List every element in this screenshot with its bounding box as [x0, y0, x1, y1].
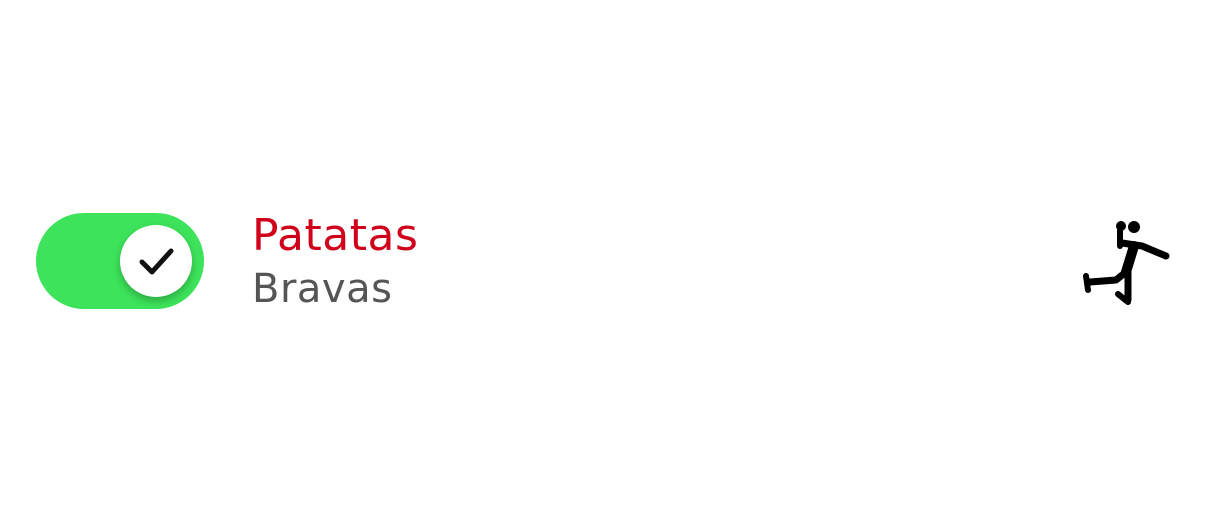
list-item-subtitle: Bravas — [252, 266, 393, 312]
list-item[interactable]: Patatas Bravas — [0, 206, 1206, 316]
list-item-title: Patatas — [252, 210, 419, 261]
switch-knob — [120, 225, 192, 297]
handball-player-icon — [1083, 221, 1170, 305]
list-item-text: Patatas Bravas — [252, 210, 418, 316]
check-icon — [139, 248, 174, 275]
switch-toggle[interactable] — [36, 213, 204, 309]
